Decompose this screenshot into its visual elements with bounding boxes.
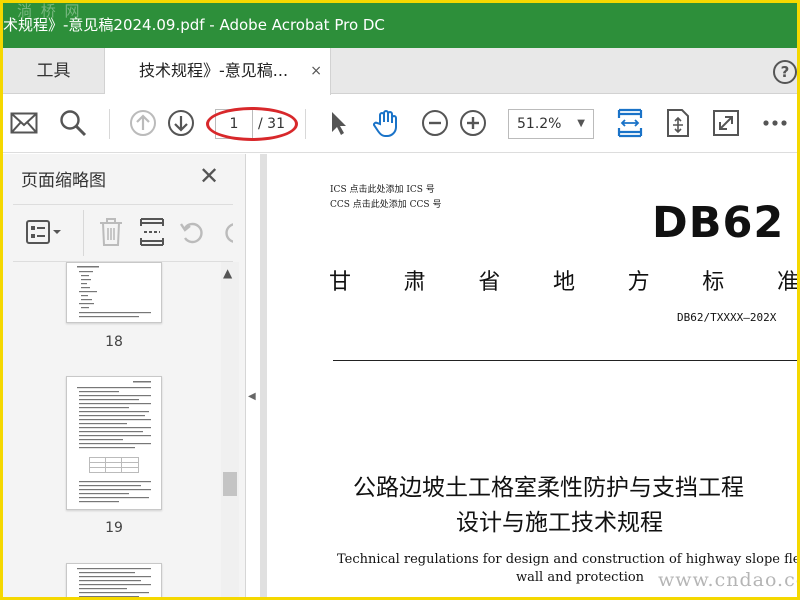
- document-page: ICS 点击此处添加 ICS 号 CCS 点击此处添加 CCS 号 DB62 甘…: [267, 154, 797, 597]
- page-thumbnail[interactable]: [66, 376, 162, 510]
- scroll-up-icon[interactable]: ▲: [223, 266, 232, 280]
- full-screen-icon[interactable]: [711, 108, 741, 138]
- document-number: DB62/TXXXX—202X: [677, 311, 777, 324]
- close-panel-icon[interactable]: ✕: [199, 164, 219, 188]
- standard-type-char: 标: [702, 270, 725, 295]
- tab-document-label: 技术规程》-意见稿...: [139, 61, 289, 80]
- thumbnail-label: 18: [105, 334, 123, 350]
- standard-type-char: 省: [478, 270, 501, 295]
- page-thumbnails-panel: 页面缩略图 ✕ 18 19 ▲: [3, 154, 246, 597]
- toolbar-separator: [109, 109, 110, 139]
- page-thumbnail[interactable]: [66, 563, 162, 597]
- thumbnail-tools: [13, 204, 233, 262]
- watermark-bottom: www.cndao.com: [658, 569, 797, 591]
- toolbar-separator: [305, 109, 306, 139]
- ics-line: ICS 点击此处添加 ICS 号: [330, 185, 435, 195]
- standard-type-char: 甘: [329, 270, 352, 295]
- standard-type-char: 地: [552, 270, 575, 295]
- thumbnail-label: 19: [105, 520, 123, 536]
- tab-bar: 工具 技术规程》-意见稿... × ?: [3, 48, 797, 95]
- previous-page-icon[interactable]: [128, 108, 158, 138]
- zoom-in-icon[interactable]: [458, 108, 488, 138]
- close-tab-icon[interactable]: ×: [310, 48, 322, 94]
- select-cursor-icon[interactable]: [323, 108, 353, 138]
- tab-tools[interactable]: 工具: [3, 48, 105, 94]
- next-page-icon[interactable]: [166, 108, 196, 138]
- separator: [83, 210, 84, 256]
- document-title-line1: 公路边坡土工格室柔性防护与支挡工程: [353, 475, 744, 501]
- toolbar: 1 / 31 51.2% ▼: [3, 95, 797, 153]
- english-title-line2: wall and protection: [516, 570, 645, 585]
- page-thumbnail[interactable]: [66, 262, 162, 323]
- zoom-level-value: 51.2%: [517, 116, 562, 132]
- thumbnail-list[interactable]: 18 19: [3, 262, 246, 597]
- zoom-out-icon[interactable]: [420, 108, 450, 138]
- scrollbar-thumb[interactable]: [223, 472, 237, 496]
- document-view[interactable]: ICS 点击此处添加 ICS 号 CCS 点击此处添加 CCS 号 DB62 甘…: [260, 154, 797, 597]
- ccs-line: CCS 点击此处添加 CCS 号: [330, 200, 442, 210]
- zoom-level-select[interactable]: 51.2% ▼: [508, 109, 594, 139]
- thumbnail-scrollbar[interactable]: [221, 262, 239, 597]
- more-options-icon[interactable]: [760, 108, 790, 138]
- hand-tool-icon[interactable]: [371, 108, 401, 138]
- tab-document[interactable]: 技术规程》-意见稿... ×: [105, 48, 331, 95]
- header-rule: [333, 360, 797, 361]
- red-highlight-circle: [206, 107, 298, 141]
- rotate-view-icon[interactable]: [663, 108, 693, 138]
- email-icon[interactable]: [9, 108, 39, 138]
- fit-width-icon[interactable]: [615, 108, 645, 138]
- thumbnail-options-icon[interactable]: [25, 218, 63, 246]
- search-icon[interactable]: [58, 108, 88, 138]
- panel-title: 页面缩略图: [21, 171, 106, 191]
- title-bar: 术规程》-意见稿2024.09.pdf - Adobe Acrobat Pro …: [3, 3, 797, 48]
- extract-page-icon[interactable]: [139, 216, 165, 248]
- rotate-page-icon[interactable]: [179, 218, 207, 246]
- collapse-panel-icon[interactable]: ◀: [248, 391, 256, 402]
- delete-page-icon[interactable]: [98, 217, 124, 247]
- document-title-line2: 设计与施工技术规程: [456, 510, 663, 536]
- acrobat-window: 术规程》-意见稿2024.09.pdf - Adobe Acrobat Pro …: [3, 3, 797, 597]
- standard-code-logo: DB62: [652, 198, 785, 248]
- standard-type-heading: 甘肃省地方标准: [329, 264, 797, 296]
- rotate-clockwise-icon[interactable]: [221, 218, 233, 246]
- standard-type-char: 方: [627, 270, 650, 295]
- standard-type-char: 肃: [403, 270, 426, 295]
- standard-type-char: 准: [776, 270, 797, 295]
- help-icon[interactable]: ?: [773, 60, 797, 84]
- english-title-line1: Technical regulations for design and con…: [337, 552, 797, 567]
- watermark-top: 淌 桥 网: [17, 3, 82, 20]
- chevron-down-icon: ▼: [577, 118, 585, 129]
